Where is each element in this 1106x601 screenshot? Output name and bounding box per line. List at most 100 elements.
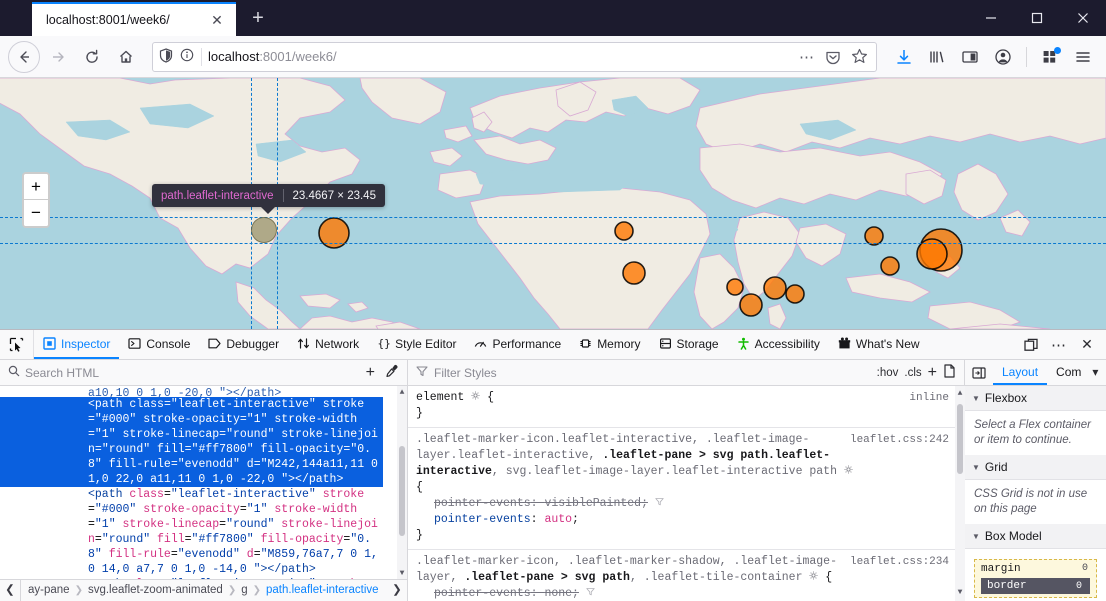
tab-network[interactable]: Network <box>288 330 368 359</box>
leaflet-map[interactable]: + − path.leaflet-interactive 23.4667 × 2… <box>0 78 1106 329</box>
markup-node[interactable]: <path class="leaflet-interactive" stroke… <box>0 487 383 577</box>
tab-console[interactable]: Console <box>119 330 199 359</box>
tab-layout[interactable]: Layout <box>993 360 1048 385</box>
new-tab-button[interactable]: + <box>242 2 274 34</box>
border-value[interactable]: 0 <box>1076 581 1082 592</box>
box-model-border[interactable]: border 0 <box>981 578 1090 594</box>
info-icon[interactable] <box>180 48 194 65</box>
tab-performance[interactable]: Performance <box>465 330 570 359</box>
tab-accessibility[interactable]: Accessibility <box>728 330 829 359</box>
star-icon[interactable] <box>851 48 868 65</box>
url-bar[interactable]: localhost:8001/week6/ ⋯ <box>152 41 877 72</box>
search-input[interactable]: Search HTML <box>25 366 355 380</box>
rule-source[interactable]: inline <box>909 390 949 406</box>
rules-scroll-up-icon[interactable]: ▲ <box>955 388 965 400</box>
markup-search-bar[interactable]: Search HTML + <box>0 360 408 385</box>
rules-scroll-thumb[interactable] <box>957 404 963 474</box>
breadcrumb-item[interactable]: path.leaflet-interactive <box>266 583 379 598</box>
markup-scroll-up-icon[interactable]: ▲ <box>397 386 407 398</box>
add-rule-button[interactable]: + <box>928 364 937 382</box>
menu-icon[interactable] <box>1068 42 1098 72</box>
home-button[interactable] <box>110 41 142 73</box>
pocket-icon[interactable] <box>825 49 841 65</box>
style-rule[interactable]: element {inline} <box>408 386 965 428</box>
browser-tab[interactable]: localhost:8001/week6/ ✕ <box>32 2 236 36</box>
layout-pane[interactable]: ▼ Flexbox Select a Flex container or ite… <box>965 386 1106 601</box>
tab-whats-new[interactable]: What's New <box>829 330 929 359</box>
box-model-diagram[interactable]: margin 0 border 0 <box>965 549 1106 601</box>
rule-selector[interactable]: element <box>416 391 464 404</box>
rule-selector[interactable]: .leaflet-marker-icon, .leaflet-marker-sh… <box>416 555 837 584</box>
add-node-button[interactable]: + <box>366 364 375 382</box>
grid-section-header[interactable]: ▼ Grid <box>965 455 1106 480</box>
rules-scroll-down-icon[interactable]: ▼ <box>955 587 965 599</box>
tab-debugger[interactable]: Debugger <box>199 330 288 359</box>
map-marker[interactable] <box>739 293 763 317</box>
map-marker[interactable] <box>622 261 646 285</box>
close-button[interactable] <box>1060 0 1106 36</box>
sidebar-icon[interactable] <box>955 42 985 72</box>
cls-button[interactable]: .cls <box>904 367 921 379</box>
breadcrumb-right-arrow[interactable]: ❯ <box>387 580 407 601</box>
page-viewport[interactable]: + − path.leaflet-interactive 23.4667 × 2… <box>0 78 1106 329</box>
hov-button[interactable]: :hov <box>877 367 899 379</box>
rule-source[interactable]: leaflet.css:242 <box>850 432 949 448</box>
layout-overflow-icon[interactable]: ▾ <box>1090 360 1100 385</box>
map-marker[interactable] <box>880 256 900 276</box>
account-icon[interactable] <box>988 42 1018 72</box>
markup-view[interactable]: a10,10 0 1,0 -20,0 "></path> <path class… <box>0 386 408 601</box>
back-button[interactable] <box>8 40 40 73</box>
rules-view[interactable]: element {inline} .leaflet-marker-icon.lea… <box>408 386 965 601</box>
markup-scroll-down-icon[interactable]: ▼ <box>397 567 407 579</box>
page-actions-icon[interactable]: ⋯ <box>799 48 815 66</box>
downloads-icon[interactable] <box>889 42 919 72</box>
filter-styles-input[interactable]: Filter Styles <box>434 366 871 380</box>
reload-button[interactable] <box>76 41 108 73</box>
eyedropper-icon[interactable] <box>385 364 399 381</box>
rule-source[interactable]: leaflet.css:234 <box>850 554 949 570</box>
markup-scroll-thumb[interactable] <box>399 446 405 536</box>
style-rule[interactable]: .leaflet-marker-icon, .leaflet-marker-sh… <box>408 550 965 601</box>
expand-pane-icon[interactable] <box>965 360 993 385</box>
markup-node[interactable]: <path class="leaflet-interactive" stroke… <box>0 397 383 487</box>
map-marker[interactable] <box>614 221 634 241</box>
tab-computed[interactable]: Com <box>1047 360 1090 385</box>
shield-icon[interactable] <box>159 47 173 66</box>
minimize-button[interactable] <box>968 0 1014 36</box>
box-model-section-header[interactable]: ▼ Box Model <box>965 524 1106 549</box>
tab-storage[interactable]: Storage <box>650 330 728 359</box>
library-icon[interactable] <box>922 42 952 72</box>
map-marker[interactable] <box>763 276 787 300</box>
maximize-button[interactable] <box>1014 0 1060 36</box>
flexbox-section-header[interactable]: ▼ Flexbox <box>965 386 1106 411</box>
breadcrumb-item[interactable]: svg.leaflet-zoom-animated <box>88 583 223 598</box>
dock-toggle-icon[interactable] <box>1018 332 1044 358</box>
tab-style-editor[interactable]: {} Style Editor <box>368 330 465 359</box>
extensions-icon[interactable] <box>1035 42 1065 72</box>
url-input[interactable]: localhost:8001/week6/ <box>208 49 793 64</box>
breadcrumb-left-arrow[interactable]: ❮ <box>0 580 20 601</box>
box-model-margin[interactable]: margin 0 border 0 <box>974 559 1097 598</box>
breadcrumb-item[interactable]: g <box>241 583 247 598</box>
devtools-options-icon[interactable]: ⋯ <box>1046 332 1072 358</box>
markup-scrollbar[interactable]: ▲ ▼ <box>397 386 407 579</box>
rule-selector[interactable]: .leaflet-marker-icon.leaflet-interactive… <box>416 433 837 478</box>
zoom-in-button[interactable]: + <box>24 174 48 200</box>
tab-close-icon[interactable]: ✕ <box>208 11 226 29</box>
style-declaration[interactable]: pointer-events: none; <box>416 586 951 601</box>
map-marker[interactable] <box>726 278 744 296</box>
margin-value[interactable]: 0 <box>1082 563 1088 574</box>
style-declaration[interactable]: pointer-events: auto; <box>416 512 951 528</box>
rules-scrollbar[interactable]: ▲ ▼ <box>955 386 965 601</box>
tab-inspector[interactable]: Inspector <box>34 330 120 359</box>
forward-button[interactable] <box>42 41 74 73</box>
devtools-close-icon[interactable]: ✕ <box>1074 332 1100 358</box>
element-picker-icon[interactable] <box>0 330 34 359</box>
style-declaration[interactable]: pointer-events: visiblePainted; <box>416 496 951 512</box>
style-rule[interactable]: .leaflet-marker-icon.leaflet-interactive… <box>408 428 965 550</box>
map-marker[interactable] <box>785 284 805 304</box>
zoom-out-button[interactable]: − <box>24 200 48 226</box>
tab-memory[interactable]: Memory <box>570 330 649 359</box>
breadcrumb-item[interactable]: ay-pane <box>28 583 70 598</box>
print-styles-icon[interactable] <box>943 364 956 381</box>
